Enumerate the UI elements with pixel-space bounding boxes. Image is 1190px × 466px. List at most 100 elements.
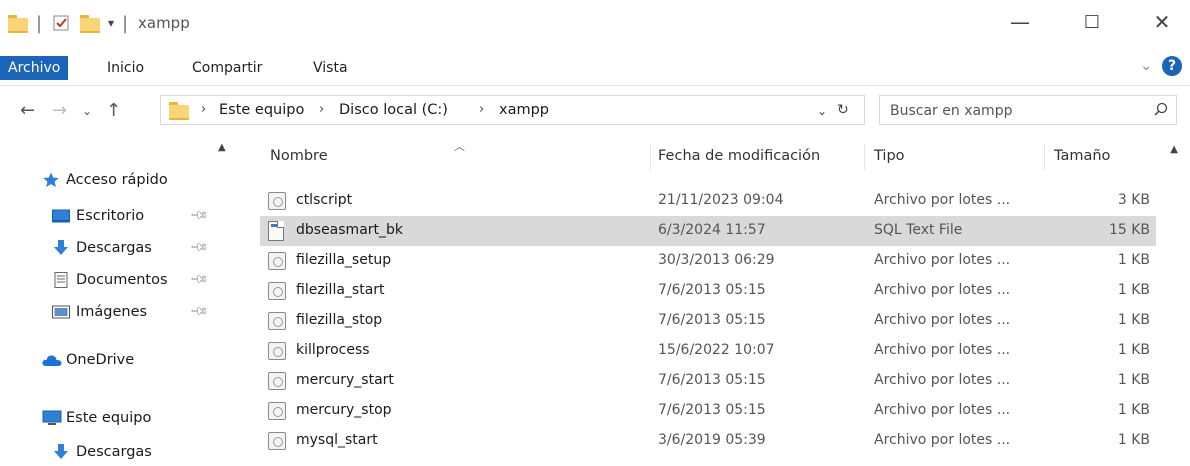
- file-row[interactable]: killprocess 15/6/2022 10:07 Archivo por …: [260, 336, 1156, 366]
- batch-file-icon: [268, 342, 286, 360]
- nav-item-onedrive[interactable]: OneDrive: [42, 348, 134, 372]
- close-button[interactable]: ✕: [1142, 5, 1182, 39]
- file-type: Archivo por lotes ...: [874, 342, 1011, 358]
- customize-toolbar-dropdown-icon[interactable]: ▾: [108, 12, 114, 34]
- nav-item-label: Descargas: [76, 444, 152, 460]
- file-row[interactable]: filezilla_start 7/6/2013 05:15 Archivo p…: [260, 276, 1156, 306]
- file-row[interactable]: mercury_stop 7/6/2013 05:15 Archivo por …: [260, 396, 1156, 426]
- up-arrow-icon[interactable]: ↑: [106, 100, 121, 121]
- nav-item-descargas[interactable]: Descargas: [52, 236, 152, 260]
- file-row[interactable]: mercury_start 7/6/2013 05:15 Archivo por…: [260, 366, 1156, 396]
- file-type: Archivo por lotes ...: [874, 372, 1011, 388]
- file-type: Archivo por lotes ...: [874, 402, 1011, 418]
- batch-file-icon: [268, 372, 286, 390]
- pin-icon[interactable]: 📌︎: [189, 301, 210, 322]
- pin-icon[interactable]: 📌︎: [189, 237, 210, 258]
- file-date: 15/6/2022 10:07: [658, 342, 775, 358]
- column-header-tipo[interactable]: Tipo: [874, 148, 905, 164]
- window-title: xampp: [138, 14, 190, 32]
- tab-vista[interactable]: Vista: [313, 56, 348, 80]
- help-button[interactable]: ?: [1162, 56, 1182, 76]
- file-type: Archivo por lotes ...: [874, 282, 1011, 298]
- nav-item-imagenes[interactable]: Imágenes: [52, 300, 147, 324]
- expand-ribbon-chevron-icon[interactable]: ⌄: [1140, 58, 1152, 74]
- file-date: 7/6/2013 05:15: [658, 372, 766, 388]
- folder-icon: [8, 12, 28, 34]
- cloud-icon: [42, 352, 62, 368]
- nav-item-este-equipo[interactable]: Este equipo: [42, 406, 151, 430]
- toolbar-separator: |: [122, 12, 129, 34]
- sql-file-icon: [268, 221, 284, 241]
- column-header-nombre[interactable]: Nombre: [270, 148, 328, 164]
- batch-file-icon: [268, 432, 286, 450]
- address-history-chevron-icon[interactable]: ⌄: [817, 104, 827, 118]
- navigation-pane: ▲ Acceso rápido Escritorio 📌︎ Descargas …: [0, 136, 232, 466]
- nav-item-label: OneDrive: [66, 352, 135, 368]
- batch-file-icon: [268, 192, 286, 210]
- search-box[interactable]: [879, 95, 1177, 125]
- column-divider[interactable]: [650, 144, 651, 170]
- file-type: Archivo por lotes ...: [874, 432, 1011, 448]
- search-input[interactable]: [890, 101, 1140, 120]
- breadcrumb-separator-icon[interactable]: ›: [479, 102, 484, 117]
- desktop-icon: [52, 208, 70, 224]
- file-type: Archivo por lotes ...: [874, 252, 1011, 268]
- tab-inicio[interactable]: Inicio: [107, 56, 144, 80]
- pin-icon[interactable]: 📌︎: [189, 205, 210, 226]
- file-list: Nombre ︿ Fecha de modificación Tipo Tama…: [232, 136, 1190, 466]
- file-type: Archivo por lotes ...: [874, 192, 1011, 208]
- breadcrumb-este-equipo[interactable]: Este equipo: [219, 102, 304, 118]
- file-type: SQL Text File: [874, 222, 963, 238]
- column-header-fecha[interactable]: Fecha de modificación: [658, 148, 820, 164]
- file-row[interactable]: mysql_start 3/6/2019 05:39 Archivo por l…: [260, 426, 1156, 456]
- scroll-up-arrow-icon[interactable]: ▲: [1170, 144, 1178, 155]
- tab-compartir[interactable]: Compartir: [192, 56, 262, 80]
- file-name: mercury_start: [296, 372, 394, 388]
- file-date: 6/3/2024 11:57: [658, 222, 766, 238]
- properties-check-icon[interactable]: [52, 12, 70, 34]
- maximize-button[interactable]: ☐: [1072, 5, 1112, 39]
- column-header-tamano[interactable]: Tamaño: [1054, 148, 1110, 164]
- star-icon: [42, 172, 60, 188]
- file-name: mysql_start: [296, 432, 378, 448]
- column-divider[interactable]: [1044, 144, 1045, 170]
- search-icon[interactable]: [1154, 102, 1168, 116]
- file-size: 1 KB: [1117, 432, 1150, 448]
- minimize-button[interactable]: —: [1000, 5, 1040, 39]
- address-row: ← → ⌄ ↑ › Este equipo › Disco local (C:)…: [0, 86, 1190, 136]
- file-size: 1 KB: [1117, 312, 1150, 328]
- file-date: 7/6/2013 05:15: [658, 402, 766, 418]
- tab-archivo[interactable]: Archivo: [0, 56, 69, 80]
- nav-item-label: Acceso rápido: [66, 172, 168, 188]
- file-row[interactable]: filezilla_setup 30/3/2013 06:29 Archivo …: [260, 246, 1156, 276]
- nav-item-acceso-rapido[interactable]: Acceso rápido: [42, 168, 168, 192]
- file-name: mercury_stop: [296, 402, 392, 418]
- file-date: 21/11/2023 09:04: [658, 192, 784, 208]
- refresh-icon[interactable]: ↻: [837, 102, 849, 118]
- file-row[interactable]: ctlscript 21/11/2023 09:04 Archivo por l…: [260, 186, 1156, 216]
- file-row[interactable]: filezilla_stop 7/6/2013 05:15 Archivo po…: [260, 306, 1156, 336]
- forward-arrow-icon[interactable]: →: [52, 100, 67, 121]
- breadcrumb-separator-icon[interactable]: ›: [319, 102, 324, 117]
- back-arrow-icon[interactable]: ←: [20, 100, 35, 121]
- file-row-selected[interactable]: dbseasmart_bk 6/3/2024 11:57 SQL Text Fi…: [260, 216, 1156, 246]
- scroll-up-arrow-icon[interactable]: ▲: [218, 142, 226, 153]
- breadcrumb-xampp[interactable]: xampp: [499, 102, 549, 118]
- file-size: 1 KB: [1117, 252, 1150, 268]
- nav-item-documentos[interactable]: Documentos: [52, 268, 168, 292]
- breadcrumb-separator-icon[interactable]: ›: [201, 102, 206, 117]
- file-date: 7/6/2013 05:15: [658, 312, 766, 328]
- recent-locations-chevron-icon[interactable]: ⌄: [82, 104, 92, 118]
- file-date: 30/3/2013 06:29: [658, 252, 775, 268]
- breadcrumb-disco-local[interactable]: Disco local (C:): [339, 102, 448, 118]
- column-divider[interactable]: [864, 144, 865, 170]
- address-bar[interactable]: › Este equipo › Disco local (C:) › xampp…: [160, 95, 865, 125]
- nav-item-descargas-este-equipo[interactable]: Descargas: [52, 440, 152, 464]
- new-folder-icon[interactable]: [80, 12, 100, 34]
- nav-item-escritorio[interactable]: Escritorio: [52, 204, 144, 228]
- pin-icon[interactable]: 📌︎: [189, 269, 210, 290]
- image-icon: [52, 304, 70, 320]
- batch-file-icon: [268, 402, 286, 420]
- nav-item-label: Imágenes: [76, 304, 148, 320]
- file-size: 1 KB: [1117, 342, 1150, 358]
